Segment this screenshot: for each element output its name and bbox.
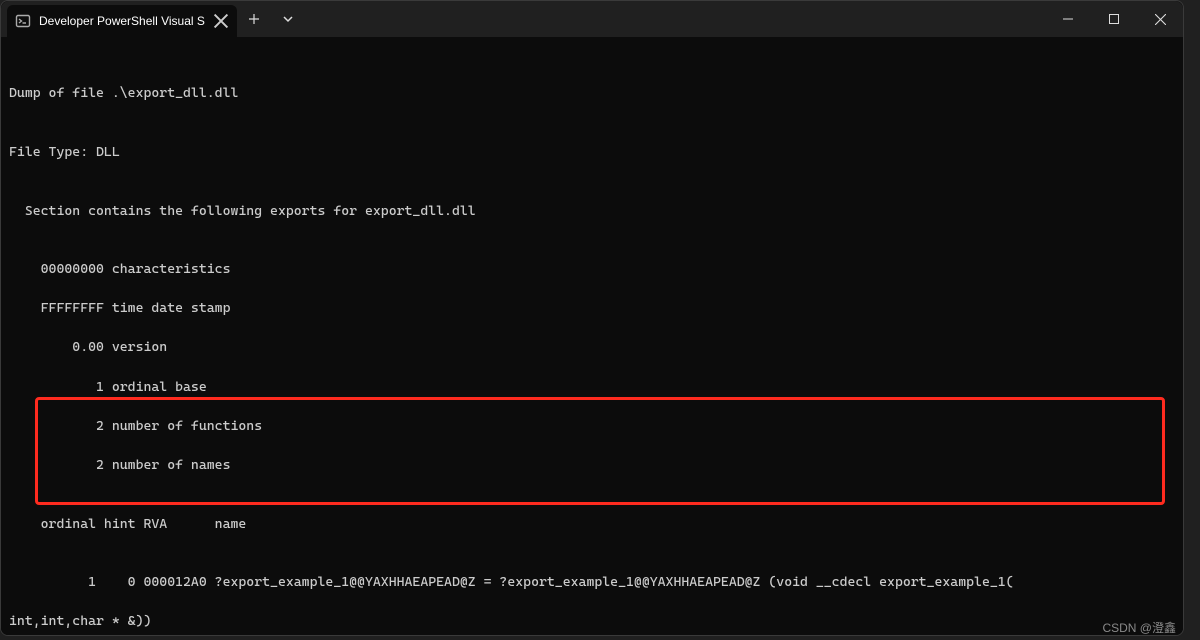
output-line: File Type: DLL bbox=[9, 143, 1175, 163]
output-line: 2 number of names bbox=[9, 456, 1175, 476]
output-line: 0.00 version bbox=[9, 338, 1175, 358]
new-tab-button[interactable] bbox=[237, 1, 271, 37]
powershell-icon bbox=[15, 13, 31, 29]
output-line: 00000000 characteristics bbox=[9, 260, 1175, 280]
output-line: int,int,char * &)) bbox=[9, 612, 1175, 632]
output-line: ordinal hint RVA name bbox=[9, 515, 1175, 535]
maximize-button[interactable] bbox=[1091, 1, 1137, 37]
tab-group: Developer PowerShell Visual S bbox=[1, 1, 237, 37]
window-controls bbox=[1045, 1, 1183, 37]
tab-active[interactable]: Developer PowerShell Visual S bbox=[7, 5, 237, 37]
terminal-body[interactable]: Dump of file .\export_dll.dll File Type:… bbox=[1, 37, 1183, 635]
titlebar-drag-area[interactable] bbox=[305, 1, 1045, 37]
minimize-button[interactable] bbox=[1045, 1, 1091, 37]
output-line: Dump of file .\export_dll.dll bbox=[9, 84, 1175, 104]
output-line: 1 ordinal base bbox=[9, 378, 1175, 398]
output-line: 1 0 000012A0 ?export_example_1@@YAXHHAEA… bbox=[9, 573, 1175, 593]
output-line: FFFFFFFF time date stamp bbox=[9, 299, 1175, 319]
titlebar[interactable]: Developer PowerShell Visual S bbox=[1, 1, 1183, 37]
tab-dropdown-button[interactable] bbox=[271, 1, 305, 37]
close-window-button[interactable] bbox=[1137, 1, 1183, 37]
highlight-annotation bbox=[35, 397, 1165, 505]
terminal-window: Developer PowerShell Visual S Dum bbox=[0, 0, 1184, 636]
watermark: CSDN @澄鑫 bbox=[1102, 619, 1176, 636]
output-line: 2 number of functions bbox=[9, 417, 1175, 437]
output-line: Section contains the following exports f… bbox=[9, 202, 1175, 222]
tab-title: Developer PowerShell Visual S bbox=[39, 14, 205, 28]
close-tab-button[interactable] bbox=[213, 13, 229, 29]
